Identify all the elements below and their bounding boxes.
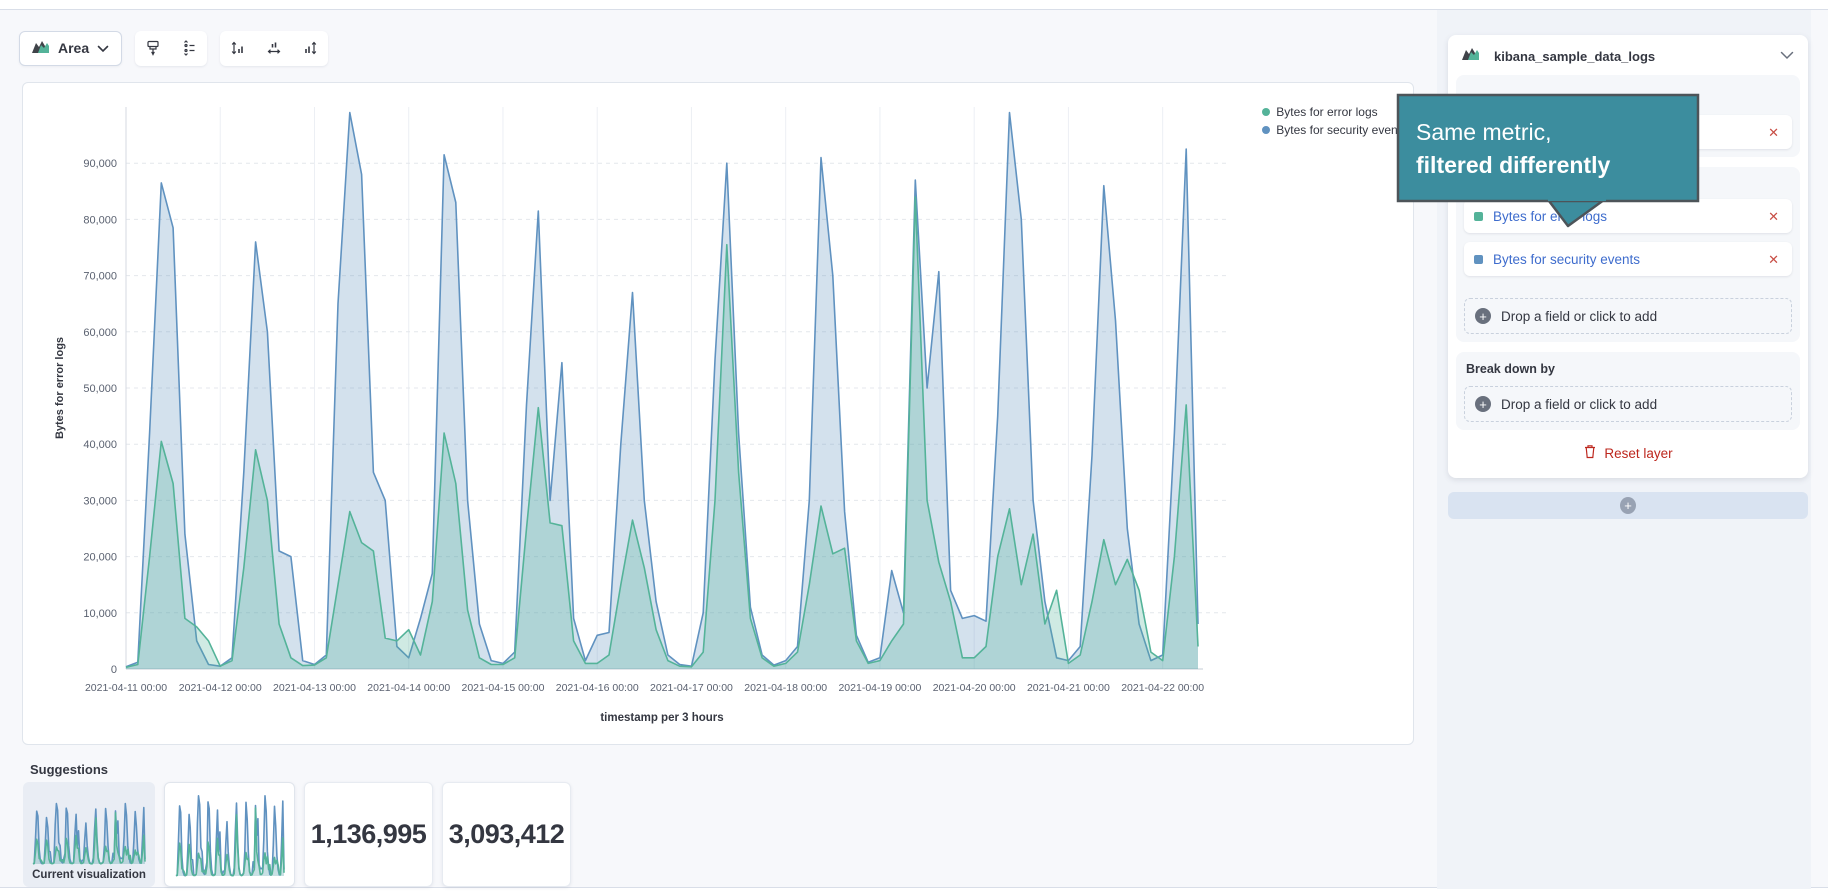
svg-text:0: 0 bbox=[111, 664, 117, 676]
svg-text:2021-04-13 00:00: 2021-04-13 00:00 bbox=[273, 682, 356, 694]
paintbrush-icon bbox=[145, 40, 161, 56]
legend-dot-blue bbox=[1262, 126, 1270, 134]
trash-icon bbox=[1583, 444, 1597, 462]
reset-layer-button[interactable]: Reset layer bbox=[1448, 444, 1808, 462]
drop-zone-label: Drop a field or click to add bbox=[1501, 397, 1657, 412]
annotation-callout: Same metric, filtered differently bbox=[1396, 93, 1706, 233]
svg-text:2021-04-11 00:00: 2021-04-11 00:00 bbox=[85, 682, 167, 694]
chart-toolbar: Area bbox=[19, 30, 328, 66]
svg-text:90,000: 90,000 bbox=[83, 158, 117, 170]
svg-text:30,000: 30,000 bbox=[83, 495, 117, 507]
svg-text:40,000: 40,000 bbox=[83, 439, 117, 451]
plus-icon: + bbox=[1475, 308, 1491, 324]
dataset-label: kibana_sample_data_logs bbox=[1494, 49, 1766, 64]
breakdown-drop-zone[interactable]: + Drop a field or click to add bbox=[1464, 386, 1792, 422]
area-chart: 2021-04-11 00:00 2021-04-12 00:00 2021-04-… bbox=[23, 83, 1415, 746]
visualization-workspace: 2021-04-11 00:00 2021-04-12 00:00 2021-04-… bbox=[22, 82, 1414, 745]
callout-line2: filtered differently bbox=[1416, 152, 1610, 178]
legend-item-security-events[interactable]: Bytes for security events bbox=[1262, 123, 1407, 137]
svg-text:2021-04-17 00:00: 2021-04-17 00:00 bbox=[650, 682, 733, 694]
suggestion-metric-1[interactable]: 1,136,995 bbox=[304, 782, 433, 887]
legend-list-icon bbox=[181, 40, 197, 56]
plus-icon: + bbox=[1620, 497, 1636, 514]
chart-type-selector[interactable]: Area bbox=[19, 31, 122, 66]
series-color-chip bbox=[1474, 255, 1483, 264]
breakdown-section: Break down by + Drop a field or click to… bbox=[1456, 352, 1800, 430]
svg-text:2021-04-16 00:00: 2021-04-16 00:00 bbox=[556, 682, 639, 694]
area-chart-icon bbox=[1462, 46, 1480, 66]
suggestions-row: Current visualization 1,136,995 3,093,41… bbox=[23, 782, 571, 887]
metric-value: 3,093,412 bbox=[449, 819, 565, 850]
legend-dot-green bbox=[1262, 108, 1270, 116]
svg-text:2021-04-18 00:00: 2021-04-18 00:00 bbox=[744, 682, 827, 694]
legend-label: Bytes for security events bbox=[1276, 123, 1407, 137]
right-axis-button[interactable] bbox=[292, 31, 328, 66]
svg-text:60,000: 60,000 bbox=[83, 327, 117, 339]
suggestion-thumbnail-chart bbox=[172, 791, 288, 879]
current-visualization-label: Current visualization bbox=[32, 869, 146, 881]
left-axis-button[interactable] bbox=[220, 31, 256, 66]
svg-text:70,000: 70,000 bbox=[83, 271, 117, 283]
svg-text:Bytes for error logs: Bytes for error logs bbox=[54, 337, 66, 439]
suggestion-metric-2[interactable]: 3,093,412 bbox=[442, 782, 571, 887]
suggestion-area-chart[interactable] bbox=[164, 782, 295, 887]
lens-editor-page: Area bbox=[0, 0, 1828, 896]
plus-icon: + bbox=[1475, 396, 1491, 412]
suggestion-thumbnail-chart bbox=[29, 799, 149, 867]
breakdown-title: Break down by bbox=[1466, 362, 1792, 376]
chart-legend: Bytes for error logs Bytes for security … bbox=[1262, 105, 1407, 137]
legend-item-error-logs[interactable]: Bytes for error logs bbox=[1262, 105, 1407, 119]
bottom-axis-button[interactable] bbox=[256, 31, 292, 66]
area-chart-icon bbox=[32, 39, 50, 57]
metric-row-security-events[interactable]: Bytes for security events ✕ bbox=[1464, 242, 1792, 276]
drop-zone-label: Drop a field or click to add bbox=[1501, 309, 1657, 324]
chevron-down-icon bbox=[97, 40, 109, 56]
vertical-axis-drop-zone[interactable]: + Drop a field or click to add bbox=[1464, 298, 1792, 334]
suggestion-current-visualization[interactable]: Current visualization bbox=[23, 782, 155, 887]
svg-text:2021-04-15 00:00: 2021-04-15 00:00 bbox=[462, 682, 545, 694]
svg-text:2021-04-21 00:00: 2021-04-21 00:00 bbox=[1027, 682, 1110, 694]
suggestions-title: Suggestions bbox=[30, 762, 108, 777]
style-icon-group bbox=[135, 31, 207, 66]
dataset-selector[interactable]: kibana_sample_data_logs bbox=[1448, 35, 1808, 75]
svg-text:20,000: 20,000 bbox=[83, 552, 117, 564]
reset-layer-label: Reset layer bbox=[1604, 446, 1672, 461]
left-axis-icon bbox=[230, 40, 246, 56]
svg-text:50,000: 50,000 bbox=[83, 383, 117, 395]
legend-settings-button[interactable] bbox=[171, 31, 207, 66]
metric-value: 1,136,995 bbox=[311, 819, 427, 850]
svg-text:2021-04-22 00:00: 2021-04-22 00:00 bbox=[1121, 682, 1204, 694]
remove-dimension-icon[interactable]: ✕ bbox=[1765, 208, 1782, 225]
svg-text:80,000: 80,000 bbox=[83, 214, 117, 226]
add-layer-button[interactable]: + bbox=[1448, 492, 1808, 519]
svg-text:10,000: 10,000 bbox=[83, 608, 117, 620]
svg-text:2021-04-19 00:00: 2021-04-19 00:00 bbox=[838, 682, 921, 694]
editor-canvas: Area bbox=[0, 9, 1828, 888]
svg-text:timestamp per 3 hours: timestamp per 3 hours bbox=[600, 712, 723, 724]
svg-text:2021-04-14 00:00: 2021-04-14 00:00 bbox=[367, 682, 450, 694]
remove-dimension-icon[interactable]: ✕ bbox=[1765, 124, 1782, 141]
bottom-axis-icon bbox=[266, 40, 282, 56]
legend-label: Bytes for error logs bbox=[1276, 105, 1377, 119]
callout-line1: Same metric, bbox=[1416, 119, 1551, 145]
svg-text:2021-04-12 00:00: 2021-04-12 00:00 bbox=[179, 682, 262, 694]
axis-icon-group bbox=[220, 31, 328, 66]
visual-options-button[interactable] bbox=[135, 31, 171, 66]
field-label: Bytes for security events bbox=[1493, 252, 1765, 267]
svg-text:2021-04-20 00:00: 2021-04-20 00:00 bbox=[933, 682, 1016, 694]
chart-type-label: Area bbox=[58, 40, 89, 56]
right-axis-icon bbox=[302, 40, 318, 56]
remove-dimension-icon[interactable]: ✕ bbox=[1765, 251, 1782, 268]
chevron-down-icon bbox=[1780, 47, 1794, 65]
